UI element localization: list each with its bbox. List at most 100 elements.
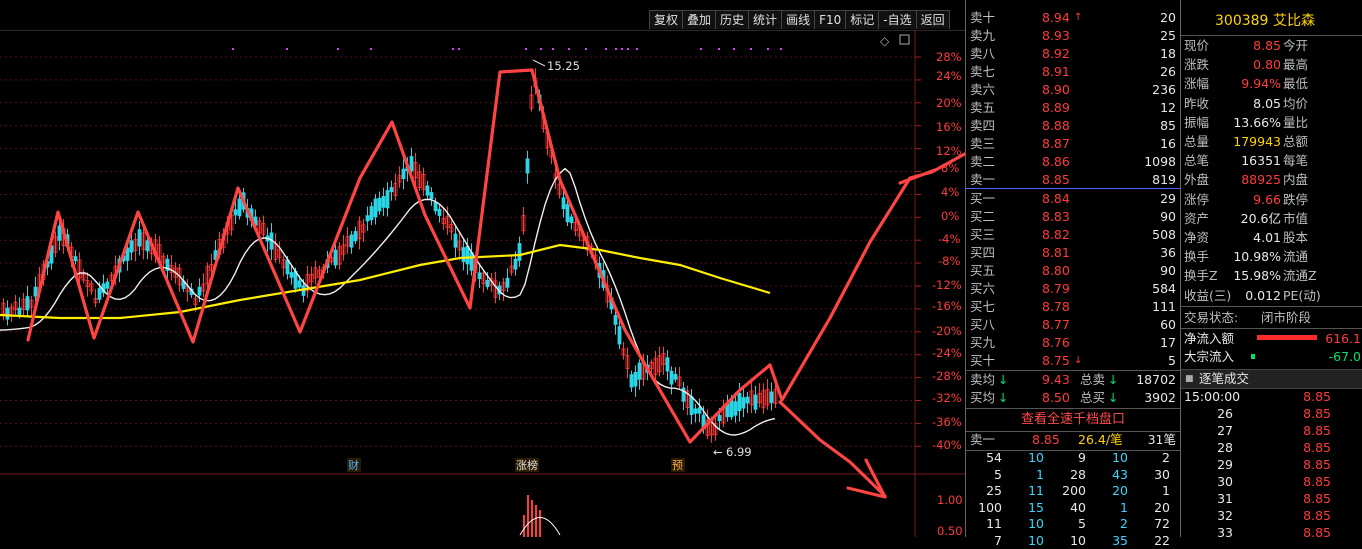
stat-label: 市值 xyxy=(1283,210,1309,226)
toolbar-button-f10[interactable]: F10 xyxy=(814,10,847,29)
bid-label: 买三 xyxy=(970,227,996,242)
bid-row[interactable]: 买七 8.78 111 xyxy=(966,298,1180,316)
trade-status-row: 交易状态: 闭市阶段 xyxy=(1181,308,1362,328)
block-inflow-label: 大宗流入 xyxy=(1184,349,1235,364)
marker-finance[interactable]: 财 xyxy=(348,458,359,472)
ask-label: 卖七 xyxy=(970,64,996,79)
candle-body xyxy=(693,408,698,414)
marker-top-gainer[interactable]: 涨榜 xyxy=(516,458,538,472)
stat-label: 净资 xyxy=(1184,230,1210,245)
candle-body xyxy=(333,249,338,266)
stat-row: 现价 8.85 今开 xyxy=(1181,36,1362,55)
ask-row[interactable]: 卖七 8.91 26 xyxy=(966,63,1180,81)
order-queue-cell: 72 xyxy=(1154,516,1170,531)
stat-value: 16351 xyxy=(1241,153,1281,169)
candle-body xyxy=(565,204,570,223)
stat-value: 4.01 xyxy=(1253,230,1281,245)
bid-row[interactable]: 买二 8.83 90 xyxy=(966,208,1180,226)
toolbar-button-stats[interactable]: 统计 xyxy=(748,10,783,29)
y-tick-label: -4% xyxy=(938,232,960,246)
ask-row[interactable]: 卖八 8.92 18 xyxy=(966,45,1180,63)
ask-row[interactable]: 卖九 8.93 25 xyxy=(966,27,1180,45)
toolbar-button-remove-watchlist[interactable]: -自选 xyxy=(878,10,917,29)
stat-label: 涨跌 xyxy=(1184,57,1210,73)
bid-row[interactable]: 买五 8.80 90 xyxy=(966,262,1180,280)
stat-label: 最低 xyxy=(1283,76,1309,92)
stat-row: 换手 10.98% 流通 xyxy=(1181,247,1362,266)
bid-label: 买八 xyxy=(970,317,996,332)
toolbar-button-draw[interactable]: 画线 xyxy=(781,10,816,29)
bid-row[interactable]: 买八 8.77 60 xyxy=(966,316,1180,334)
ask-row[interactable]: 卖一 8.85 819 xyxy=(966,171,1180,189)
stat-label: 流通Z xyxy=(1283,268,1317,284)
stat-value: 0.012 xyxy=(1245,287,1281,303)
full-depth-button[interactable]: 查看全速千档盘口 xyxy=(966,408,1180,432)
toolbar-button-history[interactable]: 历史 xyxy=(715,10,750,29)
net-inflow-row: 净流入额 616.1 xyxy=(1181,329,1362,349)
toolbar-button-overlay[interactable]: 叠加 xyxy=(682,10,717,29)
avg-bid-label: 买均 xyxy=(970,390,996,405)
toolbar-button-adjust[interactable]: 复权 xyxy=(649,10,684,29)
low-label: 6.99 xyxy=(726,445,752,459)
ask-volume: 25 xyxy=(1160,28,1176,43)
ask-row[interactable]: 卖十 8.94 ↑ 20 xyxy=(966,9,1180,27)
bid-row[interactable]: 买九 8.76 17 xyxy=(966,334,1180,352)
order-queue-cell: 20 xyxy=(1112,483,1128,498)
ask-label: 卖十 xyxy=(970,10,996,25)
order-queue-cell: 11 xyxy=(986,516,1002,531)
candle-body xyxy=(5,307,10,320)
down-arrow-icon: ↓ xyxy=(1108,390,1119,405)
bid-volume: 36 xyxy=(1160,245,1176,260)
ask-row[interactable]: 卖五 8.89 12 xyxy=(966,99,1180,117)
trade-status-label: 交易状态: xyxy=(1184,310,1239,325)
ask-row[interactable]: 卖三 8.87 16 xyxy=(966,135,1180,153)
candle-body xyxy=(137,229,142,247)
bid-label: 买五 xyxy=(970,263,996,278)
signal-dot xyxy=(780,48,782,50)
kline-chart[interactable]: 28% 24% 20% 16% 12% 8% 4% 0% -4% -8% -12… xyxy=(0,30,965,537)
ask-volume: 236 xyxy=(1152,82,1176,97)
ask-label: 卖二 xyxy=(970,154,996,169)
ask-row[interactable]: 卖二 8.86 1098 xyxy=(966,153,1180,171)
y-tick-label: -16% xyxy=(932,299,962,313)
ask-volume: 85 xyxy=(1160,118,1176,133)
order-queue-cell: 7 xyxy=(994,532,1002,548)
toolbar-button-mark[interactable]: 标记 xyxy=(845,10,880,29)
stat-value: 10.98% xyxy=(1233,249,1281,265)
candle-body xyxy=(237,198,242,217)
ask-price: 8.86 xyxy=(1042,154,1070,169)
panel-toggle-icon[interactable] xyxy=(899,34,910,45)
candle-body xyxy=(637,362,642,380)
bid-label: 买七 xyxy=(970,299,996,314)
candle-body xyxy=(381,196,386,208)
order-queue-cell: 1 xyxy=(1120,499,1128,515)
bid-row[interactable]: 买一 8.84 29 xyxy=(966,190,1180,208)
y-tick-label: -8% xyxy=(938,254,960,268)
ask-volume: 12 xyxy=(1160,100,1176,115)
stat-value: 13.66% xyxy=(1233,114,1281,130)
bid-row[interactable]: 买四 8.81 36 xyxy=(966,244,1180,262)
candle-body xyxy=(485,280,490,288)
ask-row[interactable]: 卖六 8.90 236 xyxy=(966,81,1180,99)
block-inflow-value: -67.0 xyxy=(1328,349,1361,364)
toolbar-button-back[interactable]: 返回 xyxy=(915,10,950,29)
ask-row[interactable]: 卖四 8.88 85 xyxy=(966,117,1180,135)
quote-stats-panel: 300389 艾比森 现价 8.85 今开 涨跌 0.80 最高 涨幅 9.94% 最低 昨收 8.… xyxy=(1180,0,1362,540)
y-tick-label: -36% xyxy=(932,415,962,429)
block-inflow-row: 大宗流入 -67.0 xyxy=(1181,347,1362,367)
tick-price: 8.85 xyxy=(1303,508,1331,523)
order-queue-row: 25 11 200 20 1 xyxy=(966,483,1180,499)
diamond-icon[interactable]: ◇ xyxy=(880,34,890,48)
bid-row[interactable]: 买十 8.75 ↓ 5 xyxy=(966,352,1180,370)
order-queue-row: 54 10 9 10 2 xyxy=(966,450,1180,466)
stat-label: 最高 xyxy=(1283,57,1309,73)
ask-label: 卖四 xyxy=(970,118,996,133)
tick-header[interactable]: ■ 逐笔成交 xyxy=(1181,369,1362,389)
bid-row[interactable]: 买六 8.79 584 xyxy=(966,280,1180,298)
stat-label: 总额 xyxy=(1283,134,1309,149)
marker-forecast[interactable]: 预 xyxy=(672,459,683,472)
y-tick-label: 20% xyxy=(936,96,962,110)
stat-label: 跌停 xyxy=(1283,191,1309,207)
bid-row[interactable]: 买三 8.82 508 xyxy=(966,226,1180,244)
candle-body xyxy=(513,258,518,270)
